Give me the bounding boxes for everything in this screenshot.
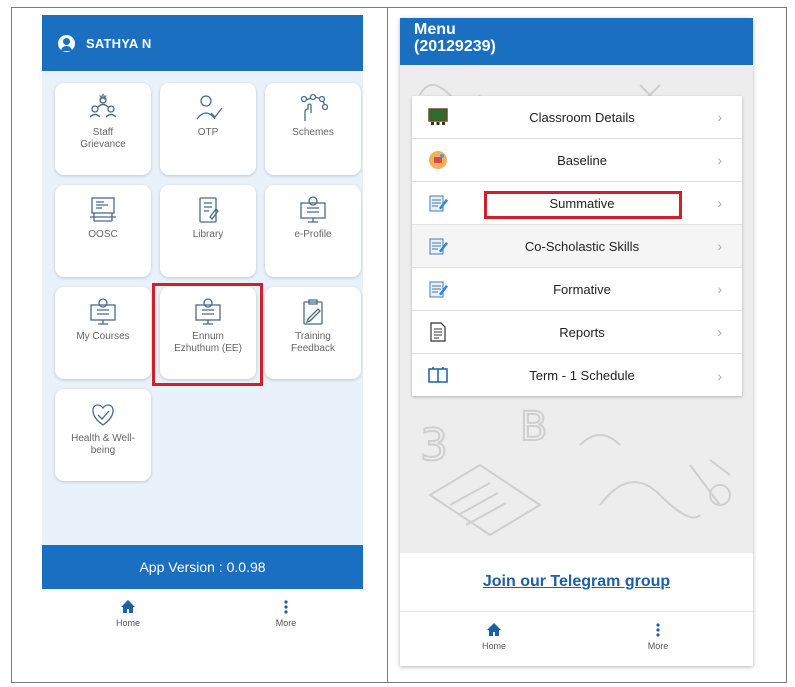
otp-icon [196, 95, 223, 120]
nav-home[interactable]: Home [464, 622, 524, 651]
tile-staff-grievance[interactable]: Staff Grievance [55, 83, 151, 175]
baseline-icon [429, 151, 447, 169]
tile-oosc[interactable]: OOSC [55, 185, 151, 277]
user-header: SATHYA N [42, 15, 363, 71]
menu-item-co-scholastic-skills[interactable]: Co-Scholastic Skills › [412, 225, 742, 268]
more-icon [656, 623, 660, 637]
menu-item-label: Term - 1 Schedule [529, 368, 635, 383]
right-phone-screen: Menu (20129239) 3 B Classroom Details › … [400, 18, 753, 666]
telegram-link[interactable]: Join our Telegram group [483, 573, 670, 591]
menu-item-label: Co-Scholastic Skills [524, 238, 640, 254]
menu-item-reports[interactable]: Reports › [412, 311, 742, 354]
e-profile-icon [300, 196, 326, 223]
svg-text:B: B [520, 404, 547, 450]
highlight-box-summative [484, 191, 682, 219]
tile-library[interactable]: Library [160, 185, 256, 277]
menu-item-label: Baseline [557, 152, 607, 168]
app-version: App Version : 0.0.98 [42, 545, 363, 589]
user-avatar-icon [58, 34, 75, 52]
menu-item-label: Reports [559, 324, 605, 340]
chevron-right-icon: › [717, 324, 722, 340]
svg-text:3: 3 [420, 420, 448, 471]
menu-item-term-1-schedule[interactable]: Term - 1 Schedule › [412, 354, 742, 397]
nav-more-label: More [647, 641, 669, 651]
reports-icon [430, 322, 446, 342]
formative-icon [429, 281, 448, 298]
home-icon [121, 600, 135, 613]
nav-more[interactable]: More [628, 622, 688, 651]
menu-school-code: (20129239) [414, 38, 496, 55]
nav-home-label: Home [481, 641, 506, 651]
menu-item-baseline[interactable]: Baseline › [412, 139, 742, 182]
oosc-icon [90, 197, 116, 222]
more-icon [284, 600, 288, 614]
nav-home-label: Home [115, 618, 140, 628]
tile-label: Schemes [292, 127, 334, 138]
schemes-icon [300, 93, 328, 121]
chevron-right-icon: › [717, 195, 722, 211]
tile-label: Health & Well- being [71, 433, 135, 456]
user-name: SATHYA N [86, 35, 152, 51]
chevron-right-icon: › [717, 367, 722, 384]
nav-home[interactable]: Home [98, 599, 158, 628]
tile-label: Training Feedback [291, 331, 335, 354]
library-icon [199, 197, 219, 223]
bottom-nav: Home More [400, 611, 753, 666]
tile-e-profile[interactable]: e-Profile [265, 185, 361, 277]
chevron-right-icon: › [717, 238, 722, 254]
staff-grievance-icon [89, 93, 117, 118]
menu-item-label: Classroom Details [529, 109, 635, 125]
tile-training-feedback[interactable]: Training Feedback [265, 287, 361, 379]
bottom-nav: Home More [42, 589, 363, 655]
menu-item-classroom-details[interactable]: Classroom Details › [412, 96, 742, 139]
tile-label: OOSC [88, 229, 118, 240]
tile-my-courses[interactable]: My Courses [55, 287, 151, 379]
summative-icon [429, 195, 448, 212]
tile-label: My Courses [76, 331, 130, 342]
nav-more[interactable]: More [256, 599, 316, 628]
telegram-link-bar: Join our Telegram group [400, 553, 753, 611]
menu-item-label: Formative [553, 281, 611, 297]
health-wellbeing-icon [92, 404, 114, 426]
menu-title: Menu [414, 21, 456, 38]
menu-header: Menu (20129239) [400, 18, 753, 65]
tile-label: Staff Grievance [80, 127, 126, 150]
tile-health-wellbeing[interactable]: Health & Well- being [55, 389, 151, 481]
tile-schemes[interactable]: Schemes [265, 83, 361, 175]
tile-label: OTP [197, 127, 219, 138]
chevron-right-icon: › [717, 281, 722, 297]
home-icon [487, 623, 501, 636]
classroom-icon [428, 108, 448, 125]
highlight-box-ennum-ezhuthum [152, 283, 263, 386]
tile-otp[interactable]: OTP [160, 83, 256, 175]
my-courses-icon [90, 298, 116, 325]
tile-label: e-Profile [294, 229, 332, 240]
co-scholastic-icon [429, 238, 448, 255]
frame-divider [387, 7, 388, 683]
training-feedback-icon [303, 299, 323, 325]
tile-label: Library [192, 229, 224, 240]
chevron-right-icon: › [717, 109, 722, 125]
chevron-right-icon: › [717, 152, 722, 168]
menu-item-formative[interactable]: Formative › [412, 268, 742, 311]
menu-list: Classroom Details › Baseline › Summative… [412, 96, 742, 396]
nav-more-label: More [275, 618, 297, 628]
schedule-icon [428, 367, 448, 383]
